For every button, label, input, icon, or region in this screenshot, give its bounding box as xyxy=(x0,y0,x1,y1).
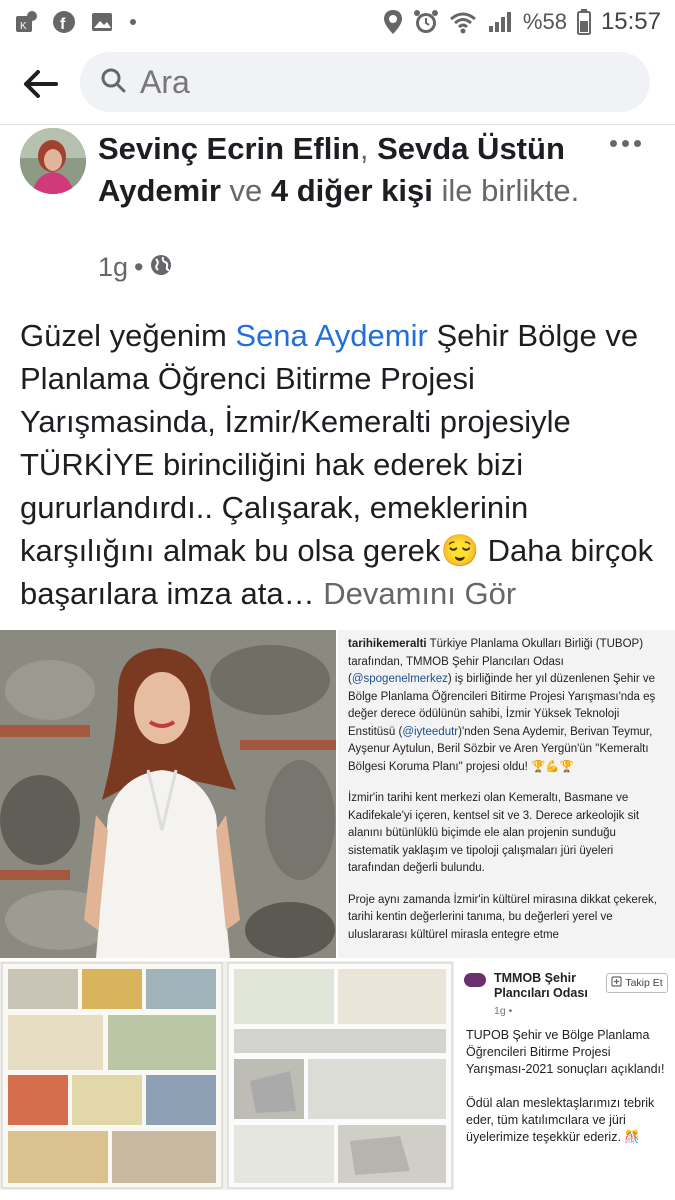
back-arrow-icon xyxy=(24,70,58,98)
post-time[interactable]: 1g xyxy=(98,252,128,283)
photo-project-posters[interactable] xyxy=(0,961,454,1190)
photo-portrait[interactable] xyxy=(0,630,336,958)
more-dot-icon xyxy=(621,139,629,147)
facebook-icon: f xyxy=(52,10,76,34)
tmmob-follow-button: Takip Et xyxy=(606,973,668,993)
more-dot-icon xyxy=(609,139,617,147)
tmmob-time: 1g xyxy=(494,1005,506,1017)
portrait-image xyxy=(0,630,336,958)
header-divider xyxy=(0,124,675,125)
dot-icon xyxy=(128,10,138,34)
tmmob-meta: 1g • xyxy=(494,1005,513,1017)
caption-link-a: @spogenelmerkez xyxy=(351,673,448,685)
post-authors: Sevinç Ecrin Eflin, Sevda Üstün Aydemir … xyxy=(98,128,588,212)
follow-label: Takip Et xyxy=(625,977,663,989)
caption-link-b: @iyteedutr xyxy=(402,725,459,738)
relieved-emoji: 😌 xyxy=(440,533,480,568)
notification-badge-icon: K xyxy=(14,10,38,34)
author-suffix: ile birlikte. xyxy=(432,173,580,208)
caption-text: tarihikemeralti Türkiye Planlama Okullar… xyxy=(348,636,666,944)
search-header xyxy=(0,44,675,124)
author-separator: , xyxy=(359,131,378,166)
battery-percent: %58 xyxy=(522,9,567,34)
posters-image xyxy=(0,961,454,1190)
search-icon xyxy=(100,67,126,98)
battery-icon xyxy=(576,9,591,35)
author-avatar[interactable] xyxy=(20,128,86,194)
follow-icon xyxy=(611,976,622,990)
more-dot-icon xyxy=(633,139,641,147)
see-more-link[interactable]: Devamını Gör xyxy=(323,576,516,611)
alarm-icon xyxy=(413,9,439,35)
post-image-grid: tarihikemeralti Türkiye Planlama Okullar… xyxy=(0,630,675,1190)
gallery-icon xyxy=(90,10,114,34)
post-text-part2: Şehir Bölge ve Planlama Öğrenci Bitirme … xyxy=(20,318,639,568)
author-link-1[interactable]: Sevinç Ecrin Eflin xyxy=(98,131,360,166)
caption-handle: tarihikemeralti xyxy=(348,638,427,650)
tmmob-name: TMMOB Şehir Plancıları Odası xyxy=(494,971,588,1000)
photo-caption-screenshot[interactable]: tarihikemeralti Türkiye Planlama Okullar… xyxy=(338,630,675,958)
post-meta: 1g • xyxy=(98,252,172,283)
clock: 15:57 xyxy=(600,8,661,35)
svg-text:K: K xyxy=(20,21,27,32)
tmmob-logo-icon xyxy=(464,973,486,987)
wifi-icon xyxy=(449,10,477,34)
back-button[interactable] xyxy=(0,44,80,124)
meta-dot: • xyxy=(134,252,144,282)
photo-tmmob-post[interactable]: TMMOB Şehir Plancıları Odası Takip Et 1g… xyxy=(456,961,675,1190)
search-bar[interactable] xyxy=(80,52,650,112)
svg-text:f: f xyxy=(60,16,66,33)
post-text: Güzel yeğenim Sena Aydemir Şehir Bölge v… xyxy=(20,314,660,615)
tmmob-text: TUPOB Şehir ve Bölge Planlama Öğrenciler… xyxy=(466,1027,670,1146)
tmmob-text-1: TUPOB Şehir ve Bölge Planlama Öğrenciler… xyxy=(466,1028,665,1076)
status-bar: K f %58 15:57 xyxy=(0,0,675,44)
search-input[interactable] xyxy=(140,63,600,101)
mention-link[interactable]: Sena Aydemir xyxy=(235,318,427,353)
more-options-button[interactable] xyxy=(605,128,645,158)
caption-para-3: Proje aynı zamanda İzmir'in kültürel mir… xyxy=(348,893,657,941)
others-link[interactable]: 4 diğer kişi xyxy=(271,173,433,208)
tmmob-text-2: Ödül alan meslektaşlarımızı tebrik eder,… xyxy=(466,1096,655,1144)
caption-para-2: İzmir'in tarihi kent merkezi olan Kemera… xyxy=(348,792,640,874)
location-icon xyxy=(383,9,403,35)
post-text-part1: Güzel yeğenim xyxy=(20,318,236,353)
signal-icon xyxy=(487,10,513,34)
globe-icon xyxy=(150,252,172,283)
author-conj: ve xyxy=(220,173,271,208)
